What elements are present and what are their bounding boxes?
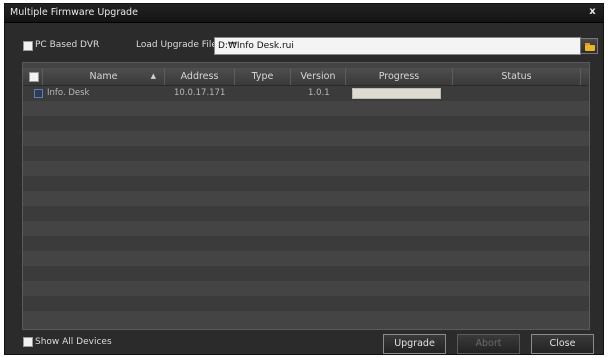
- empty-table-row: [23, 221, 589, 236]
- column-header-progress[interactable]: Progress: [346, 68, 453, 85]
- empty-table-row: [23, 296, 589, 311]
- device-name-cell: Info. Desk: [47, 88, 90, 98]
- empty-table-row: [23, 281, 589, 296]
- empty-table-row: [23, 251, 589, 266]
- table-header: Name ▲ Address Type Version Progress Sta…: [23, 68, 589, 86]
- empty-table-row: [23, 176, 589, 191]
- device-version-cell: 1.0.1: [308, 88, 330, 98]
- title-bar: Multiple Firmware Upgrade x: [5, 4, 603, 23]
- empty-table-row: [23, 161, 589, 176]
- show-all-devices-checkbox[interactable]: [23, 337, 33, 347]
- empty-table-row: [23, 101, 589, 116]
- column-header-name[interactable]: Name ▲: [43, 68, 165, 85]
- pc-based-dvr-label: PC Based DVR: [35, 40, 100, 50]
- select-all-checkbox[interactable]: [29, 72, 39, 82]
- load-upgrade-file-label: Load Upgrade File :: [136, 40, 223, 50]
- upgrade-button[interactable]: Upgrade: [383, 334, 446, 354]
- column-header-status[interactable]: Status: [453, 68, 581, 85]
- window-title: Multiple Firmware Upgrade: [10, 7, 138, 18]
- close-button[interactable]: Close: [531, 334, 594, 354]
- firmware-upgrade-dialog: Multiple Firmware Upgrade x PC Based DVR…: [4, 3, 604, 355]
- column-header-version[interactable]: Version: [291, 68, 346, 85]
- sort-ascending-icon: ▲: [150, 72, 156, 80]
- empty-table-row: [23, 311, 589, 326]
- column-header-type[interactable]: Type: [235, 68, 291, 85]
- device-address-cell: 10.0.17.171: [174, 88, 226, 98]
- browse-file-button[interactable]: [580, 38, 598, 54]
- empty-table-row: [23, 236, 589, 251]
- empty-table-row: [23, 191, 589, 206]
- empty-table-row: [23, 116, 589, 131]
- upgrade-file-path-input[interactable]: [214, 37, 581, 55]
- empty-table-row: [23, 146, 589, 161]
- upgrade-progress-bar: [352, 88, 441, 99]
- empty-table-row: [23, 206, 589, 221]
- empty-table-row: [23, 266, 589, 281]
- close-icon[interactable]: x: [586, 5, 599, 19]
- row-checkbox[interactable]: [34, 89, 43, 98]
- device-table: Name ▲ Address Type Version Progress Sta…: [22, 62, 590, 330]
- show-all-devices-label: Show All Devices: [35, 337, 112, 347]
- pc-based-dvr-checkbox[interactable]: [23, 41, 33, 51]
- column-header-address[interactable]: Address: [165, 68, 235, 85]
- select-all-header: [23, 68, 43, 85]
- abort-button[interactable]: Abort: [457, 334, 520, 354]
- table-row[interactable]: Info. Desk 10.0.17.171 1.0.1: [23, 86, 589, 101]
- empty-table-row: [23, 131, 589, 146]
